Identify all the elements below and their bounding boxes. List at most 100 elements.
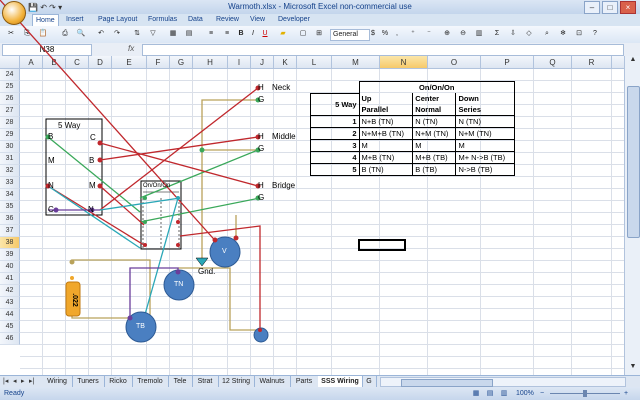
table-subheader-series: Series <box>455 104 515 116</box>
dot-cap-lead <box>70 276 74 280</box>
volume-pot-label: V <box>222 248 227 255</box>
switch-label-c-bottom: C <box>48 205 54 214</box>
table-row: 5 B (TN) B (TB) N->B (TB) <box>310 163 515 176</box>
first-sheet-icon[interactable]: |◂ <box>3 377 8 385</box>
middle-label: Middle <box>272 132 296 141</box>
dot-jack <box>258 328 262 332</box>
table-cell-down: N (TN) <box>455 115 515 128</box>
table-row: 4 M+B (TN) M+B (TB) M+ N->B (TB) <box>310 151 515 164</box>
five-way-label: 5 Way <box>58 121 81 130</box>
switch-label-b: B <box>48 132 54 141</box>
teal-wire-n <box>47 185 141 249</box>
bridge-label: Bridge <box>272 181 296 190</box>
onoffon-label: On/On/On <box>143 183 171 189</box>
neck-label: Neck <box>272 83 291 92</box>
teal-wire-n-bottom <box>99 197 181 211</box>
vertical-scrollbar[interactable]: ▲ ▼ <box>624 56 640 375</box>
sheet-tab-wiring[interactable]: Wiring <box>42 376 73 387</box>
table-subheader-up: Up <box>358 93 414 104</box>
table-cell-up: B (TN) <box>358 163 414 176</box>
sheet-tab-parts[interactable]: Parts <box>290 376 319 387</box>
selected-cell-n38[interactable] <box>358 239 406 251</box>
table-row: 3 M M M <box>310 139 515 152</box>
table-cell-up: N+B (TN) <box>358 115 414 128</box>
sheet-tab-g[interactable]: G <box>362 376 377 387</box>
table-cell-up: N+M+B (TN) <box>358 127 414 140</box>
table-subheader-parallel: Parallel <box>358 104 414 116</box>
switch-label-m-right: M <box>89 181 96 190</box>
page-break-view-icon[interactable]: ▥ <box>498 387 510 400</box>
dot-c <box>97 140 103 146</box>
office-button[interactable] <box>2 1 26 25</box>
dot-tn <box>175 269 181 275</box>
switch-label-c-top: C <box>90 133 96 142</box>
table-cell-down: N+M (TN) <box>455 127 515 140</box>
middle-h-label: H <box>258 132 264 141</box>
switch-label-n: N <box>48 181 54 190</box>
table-blank <box>311 82 360 94</box>
middle-g-label: G <box>258 144 265 153</box>
sheet-tab-tele[interactable]: Tele <box>168 376 193 387</box>
dot-tb <box>127 315 133 321</box>
scroll-down-icon[interactable]: ▼ <box>625 363 640 375</box>
sheet-tab-sss-wiring[interactable]: SSS Wiring <box>318 376 363 387</box>
wiring-diagram <box>0 0 269 343</box>
zoom-out-button[interactable]: − <box>540 387 544 400</box>
horizontal-scroll-thumb[interactable] <box>401 379 493 387</box>
tone-bridge-pot-label: TB <box>136 323 145 330</box>
sheet-tab-ricko[interactable]: Ricko <box>104 376 133 387</box>
table-cell-n: 3 <box>310 139 360 152</box>
sheet-tab-tuners[interactable]: Tuners <box>72 376 105 387</box>
dot-vpot-1 <box>212 237 218 243</box>
zoom-level[interactable]: 100% <box>516 387 534 400</box>
zoom-in-button[interactable]: + <box>624 387 628 400</box>
next-sheet-icon[interactable]: ▸ <box>21 377 25 385</box>
green-wire-b <box>47 136 141 213</box>
sheet-tab-tremolo[interactable]: Tremolo <box>132 376 169 387</box>
table-cell-n: 2 <box>310 127 360 140</box>
dot-sw5 <box>143 243 147 247</box>
bridge-h-label: H <box>258 181 264 190</box>
dot-c-bottom <box>53 207 59 213</box>
ground-symbol-icon <box>195 257 209 267</box>
prev-sheet-icon[interactable]: ◂ <box>13 377 17 385</box>
sheet-tab-strat[interactable]: Strat <box>192 376 219 387</box>
switch-label-m: M <box>48 156 55 165</box>
normal-view-icon[interactable]: ▦ <box>470 387 482 400</box>
table-cell-center: N (TN) <box>412 115 457 128</box>
bridge-g-label: G <box>258 193 265 202</box>
capacitor-label: .022 <box>70 293 78 307</box>
table-cell-center: M+B (TB) <box>412 151 457 164</box>
table-subheader-row: 5 Way Up Center Down <box>310 92 515 116</box>
page-layout-view-icon[interactable]: ▤ <box>484 387 496 400</box>
dot-sw4 <box>176 220 180 224</box>
sheet-tab-walnuts[interactable]: Walnuts <box>254 376 291 387</box>
table-cell-down: N->B (TB) <box>455 163 515 176</box>
wiring-table: On/On/On 5 Way Up Center Down Parallel N… <box>310 81 515 176</box>
dot-sw6 <box>176 243 180 247</box>
table-row: 2 N+M+B (TN) N+M (TN) N+M (TN) <box>310 127 515 140</box>
table-cell-n: 1 <box>310 115 360 128</box>
table-cell-n: 5 <box>310 163 360 176</box>
zoom-slider-thumb[interactable] <box>583 390 587 397</box>
table-cell-down: M+ N->B (TB) <box>455 151 515 164</box>
horizontal-scrollbar[interactable] <box>380 377 626 387</box>
scroll-up-icon[interactable]: ▲ <box>625 56 640 68</box>
table-subheader-down: Down <box>455 93 515 104</box>
switch-label-b-right: B <box>89 156 95 165</box>
table-cell-center: B (TB) <box>412 163 457 176</box>
status-bar: Ready ▦ ▤ ▥ 100% − + <box>0 387 640 400</box>
table-cell-center: N+M (TN) <box>412 127 457 140</box>
last-sheet-icon[interactable]: ▸| <box>29 377 34 385</box>
vertical-scroll-thumb[interactable] <box>627 86 640 238</box>
table-cell-down: M <box>455 139 515 152</box>
dot-b-right <box>97 157 103 163</box>
table-title-row: On/On/On <box>311 81 515 94</box>
neck-h-label: H <box>258 83 264 92</box>
sheet-tab-12-string[interactable]: 12 String <box>218 376 255 387</box>
tone-neck-pot-label: TN <box>174 281 184 288</box>
dot-m-right <box>97 183 103 189</box>
table-cell-up: M <box>358 139 414 152</box>
dot-cap-top <box>69 259 75 265</box>
status-ready: Ready <box>4 390 25 397</box>
